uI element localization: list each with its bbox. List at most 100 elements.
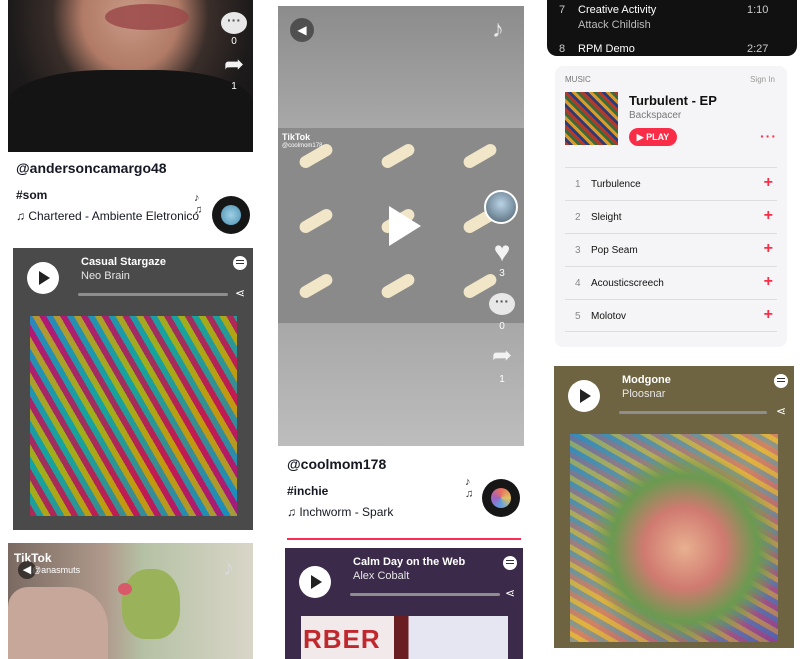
track-artist[interactable]: Alex Cobalt (353, 570, 409, 582)
tiktok-hashtag[interactable]: #som (16, 188, 246, 202)
spotify-embed-3: Modgone Ploosnar ⋖ (554, 366, 794, 648)
music-notes-icon: ♪ ♫ (465, 476, 474, 500)
divider (287, 538, 521, 540)
track-artist: Attack Childish (578, 19, 651, 31)
sign-in-link[interactable]: Sign In (750, 75, 775, 84)
spotify-logo-icon[interactable] (233, 256, 247, 270)
tiktok-username[interactable]: @coolmom178 (287, 456, 517, 472)
track-row[interactable]: 1 Turbulence + (565, 167, 777, 200)
album-art (570, 434, 778, 642)
tiktok-actions-2: ♥ 3 ··· 0 ➦ 1 (484, 190, 518, 385)
track-number: 2 (575, 212, 581, 223)
track-title[interactable]: RPM Demo (578, 43, 635, 55)
progress-bar[interactable] (350, 593, 500, 596)
parrot-shape (122, 569, 180, 639)
share-icon[interactable]: ⋖ (776, 404, 786, 418)
progress-bar[interactable] (78, 293, 228, 296)
tiktok-watermark: TikTok (282, 132, 311, 142)
add-icon[interactable]: + (764, 273, 773, 291)
volume-icon[interactable]: ◀ (18, 561, 36, 579)
add-icon[interactable]: + (764, 174, 773, 192)
track-number: 1 (575, 179, 581, 190)
progress-bar[interactable] (619, 411, 767, 414)
add-icon[interactable]: + (764, 207, 773, 225)
track-duration: 1:10 (747, 4, 769, 16)
spotify-embed-2: Calm Day on the Web Alex Cobalt ⋖ RBER (285, 548, 523, 659)
tiktok-logo-icon[interactable]: ♪ (492, 16, 504, 44)
hand-shape (8, 587, 108, 659)
video-blur-top (278, 6, 524, 128)
volume-icon[interactable]: ◀ (290, 18, 314, 42)
tiktok-music-label: Chartered - Ambiente Eletronico (28, 209, 200, 223)
play-button[interactable] (568, 380, 600, 412)
track-title: Molotov (591, 311, 627, 322)
video-frame-lips (105, 4, 189, 30)
tiktok-actions-1: ··· 0 ➦ 1 (218, 12, 250, 92)
track-artist[interactable]: Ploosnar (622, 388, 665, 400)
apple-music-embed: MUSIC Sign In Turbulent - EP Backspacer … (555, 66, 787, 347)
play-icon: ▶ (636, 132, 647, 142)
share-icon[interactable]: ⋖ (505, 586, 515, 600)
share-icon[interactable]: ➦ (218, 53, 250, 77)
tiktok-music-label: Inchworm - Spark (299, 505, 394, 519)
avatar[interactable] (484, 190, 518, 224)
comment-icon[interactable]: ··· (221, 12, 247, 34)
spotify-logo-icon[interactable] (774, 374, 788, 388)
spotify-logo-icon[interactable] (503, 556, 517, 570)
track-number: 4 (575, 278, 581, 289)
track-row[interactable]: 3 Pop Seam + (565, 233, 777, 266)
add-icon[interactable]: + (764, 306, 773, 324)
apple-music-logo[interactable]: MUSIC (565, 75, 591, 84)
play-icon[interactable] (389, 206, 421, 246)
share-icon[interactable]: ➦ (486, 344, 518, 368)
music-disc-icon[interactable] (482, 479, 520, 517)
track-number: 3 (575, 245, 581, 256)
apple-music-embed-prev: 7 Creative Activity Attack Childish 1:10… (547, 0, 797, 56)
album-title[interactable]: Turbulent - EP (629, 93, 717, 108)
spotify-embed-1: Casual Stargaze Neo Brain ⋖ (13, 248, 253, 530)
track-row[interactable]: 4 Acousticscreech + (565, 266, 777, 299)
music-disc-icon[interactable] (212, 196, 250, 234)
video-frame-shirt (8, 70, 253, 152)
share-icon[interactable]: ⋖ (235, 286, 245, 300)
track-title[interactable]: Creative Activity (578, 4, 656, 16)
track-title[interactable]: Casual Stargaze (81, 256, 166, 268)
track-number: 7 (559, 4, 566, 16)
play-button[interactable]: ▶ PLAY (629, 128, 677, 146)
likes-count: 3 (499, 268, 505, 279)
track-row[interactable]: 5 Molotov + (565, 299, 777, 332)
tiktok-handle: @anasmuts (32, 565, 81, 575)
parrot-beak-shape (118, 583, 132, 595)
more-icon[interactable]: ··· (760, 128, 777, 144)
track-artist[interactable]: Neo Brain (81, 270, 130, 282)
tiktok-logo-icon[interactable]: ♪ (223, 555, 234, 581)
music-note-icon: ♫ (287, 505, 300, 519)
track-number: 5 (575, 311, 581, 322)
track-title: Acousticscreech (591, 278, 664, 289)
tiktok-embed-3: TikTok @anasmuts ◀ ♪ (8, 543, 253, 659)
tiktok-username[interactable]: @andersoncamargo48 (16, 160, 246, 176)
track-title: Pop Seam (591, 245, 638, 256)
tiktok-info-2: @coolmom178 #inchie ♫ Inchworm - Spark (287, 456, 517, 520)
music-notes-icon: ♪ ♫ (194, 192, 203, 216)
play-button[interactable] (299, 566, 331, 598)
track-duration: 2:27 (747, 43, 769, 55)
comments-count: 0 (499, 321, 505, 332)
shares-count: 1 (499, 374, 505, 385)
heart-icon[interactable]: ♥ (486, 238, 518, 266)
album-art-lettering: RBER (303, 624, 381, 654)
tiktok-music[interactable]: ♫ Inchworm - Spark (287, 504, 517, 520)
track-title: Turbulence (591, 179, 641, 190)
album-art (30, 316, 237, 516)
play-button[interactable] (27, 262, 59, 294)
comment-icon[interactable]: ··· (489, 293, 515, 315)
tiktok-handle: @coolmom178 (282, 143, 323, 149)
tiktok-video-1[interactable]: ··· 0 ➦ 1 (8, 0, 253, 152)
album-artist[interactable]: Backspacer (629, 110, 681, 121)
album-art[interactable] (565, 92, 618, 145)
track-title[interactable]: Calm Day on the Web (353, 556, 465, 568)
add-icon[interactable]: + (764, 240, 773, 258)
track-title[interactable]: Modgone (622, 374, 671, 386)
track-row[interactable]: 2 Sleight + (565, 200, 777, 233)
tiktok-embed-2: TikTok @coolmom178 ◀ ♪ ♥ 3 ··· 0 ➦ 1 (278, 6, 524, 446)
